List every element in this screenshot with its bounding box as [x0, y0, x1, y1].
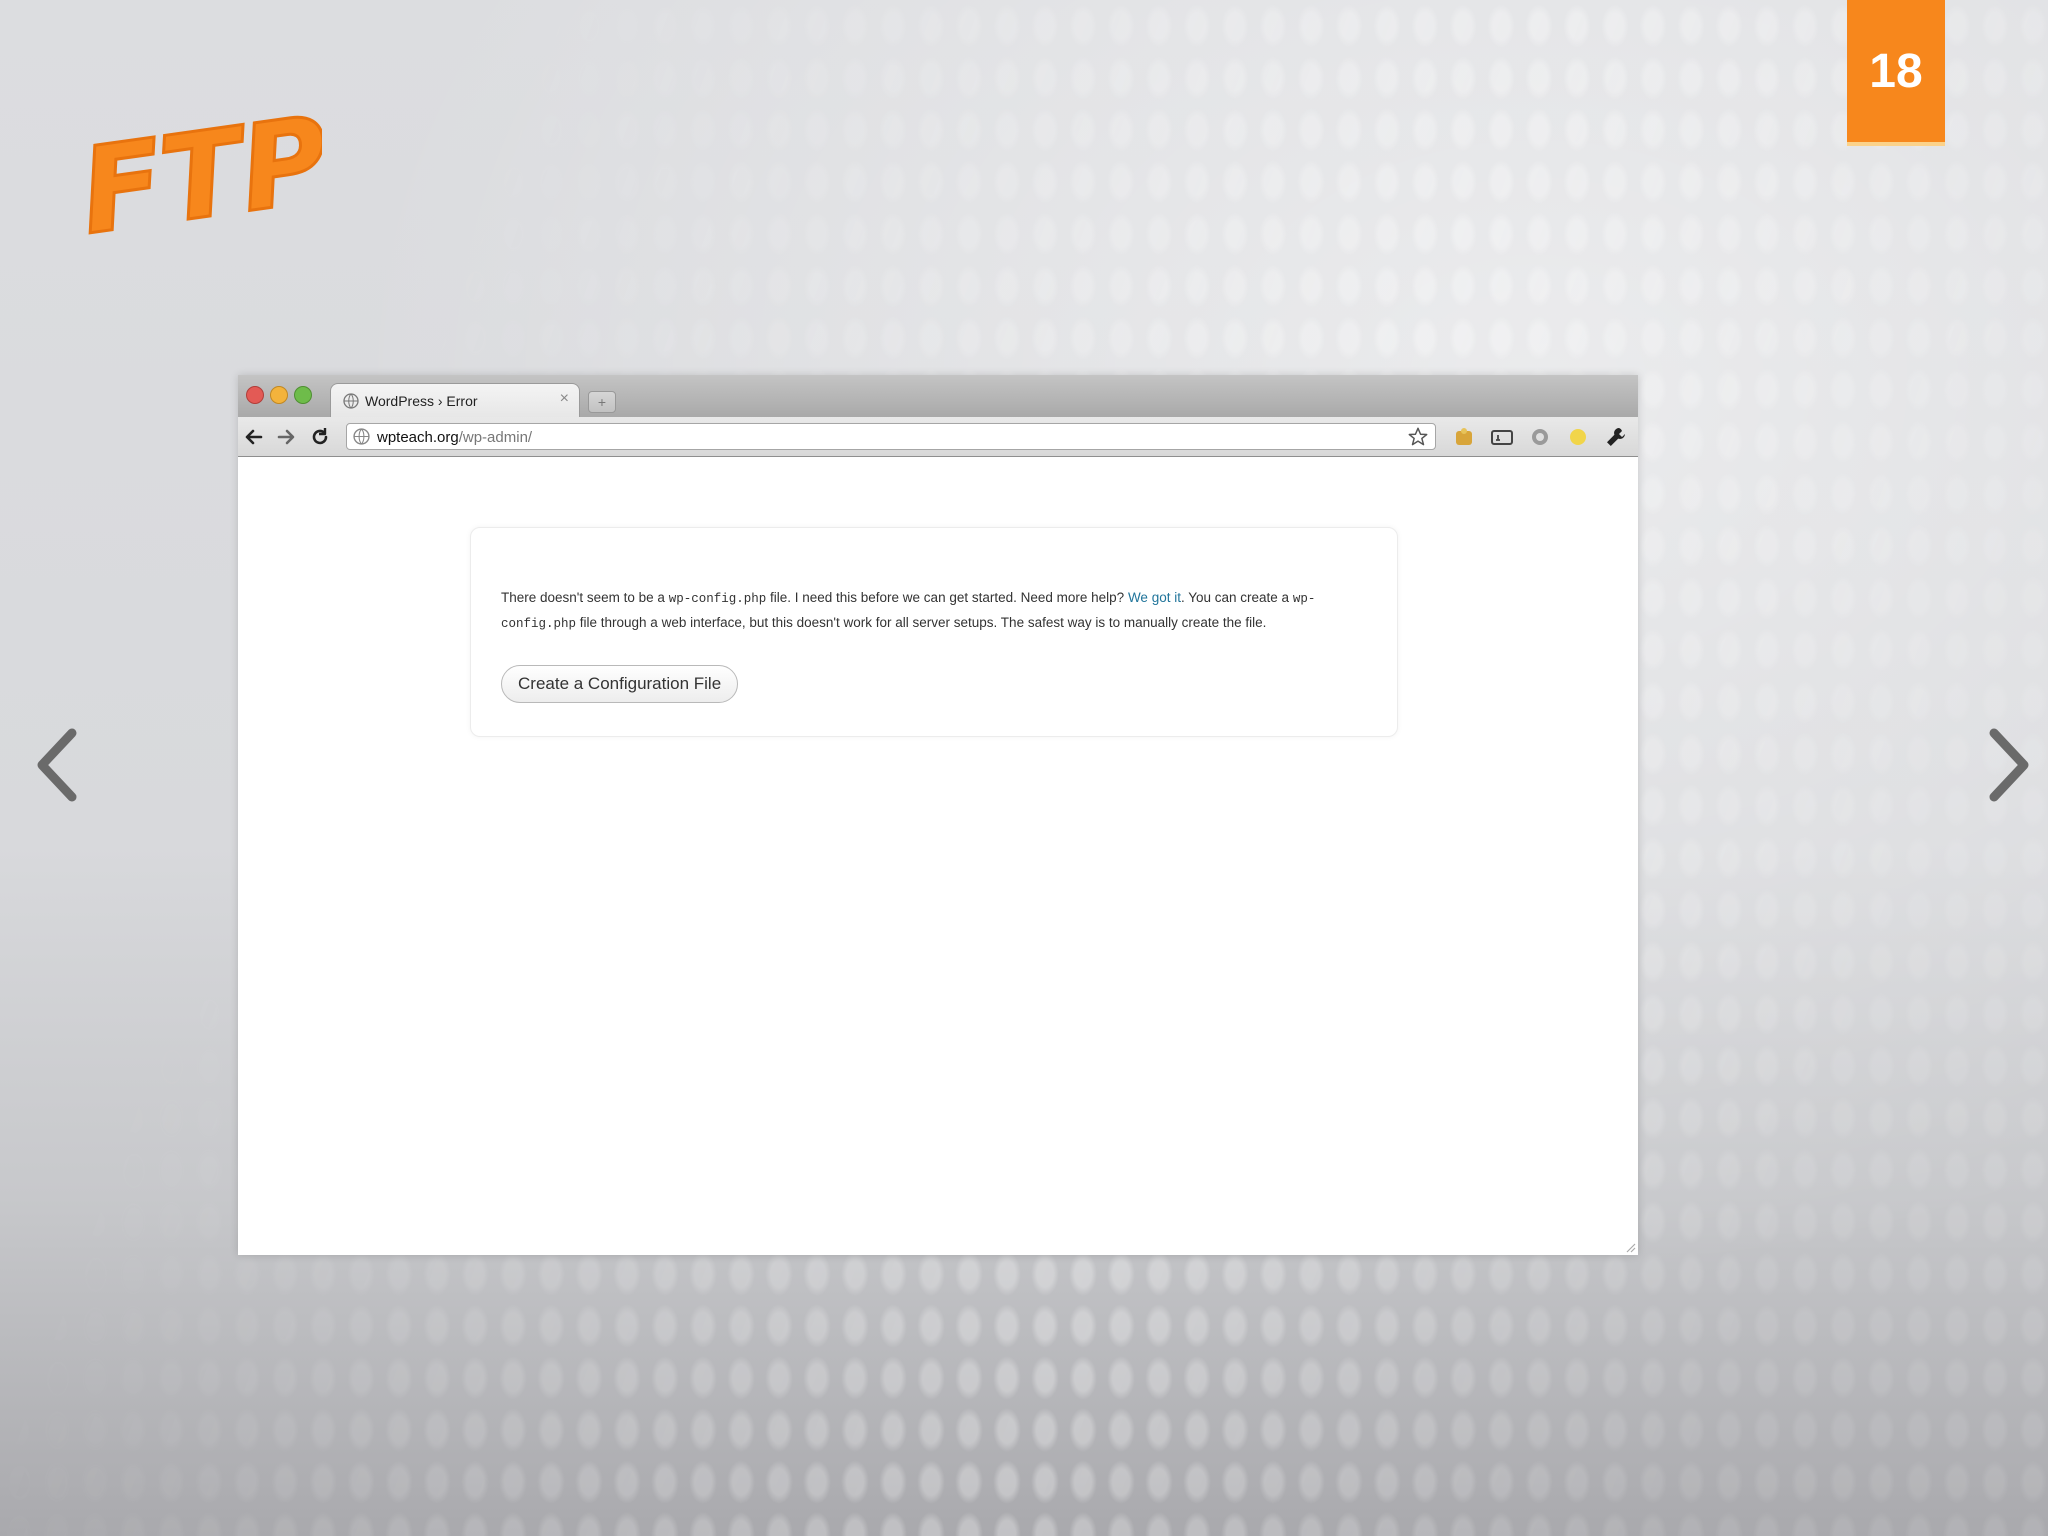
config-missing-message: There doesn't seem to be a wp-config.php…	[501, 586, 1371, 636]
wrench-icon[interactable]	[1604, 425, 1628, 449]
url-text: wpteach.org/wp-admin/	[377, 429, 532, 446]
message-text: file through a web interface, but this d…	[576, 614, 1267, 630]
address-bar[interactable]: wpteach.org/wp-admin/	[346, 423, 1436, 450]
filename-code: wp-config.php	[668, 591, 767, 606]
back-arrow-icon[interactable]	[242, 425, 266, 449]
message-text: . You can create a	[1180, 589, 1293, 605]
tab-strip: WordPress › Error × +	[238, 375, 1638, 417]
extension-icon[interactable]	[1452, 425, 1476, 449]
message-text: There doesn't seem to be a	[501, 589, 669, 605]
reload-icon[interactable]	[308, 425, 332, 449]
url-path: /wp-admin/	[458, 429, 533, 446]
browser-toolbar: wpteach.org/wp-admin/	[238, 417, 1638, 457]
cast-icon[interactable]	[1490, 425, 1514, 449]
extension-icon[interactable]	[1566, 425, 1590, 449]
chevron-right-icon[interactable]	[1982, 725, 2034, 805]
browser-window: WordPress › Error × + wpteach.org/wp-adm…	[238, 375, 1638, 1255]
new-tab-button[interactable]: +	[588, 391, 616, 413]
create-config-file-button[interactable]: Create a Configuration File	[501, 665, 739, 703]
svg-text:FTP: FTP	[72, 100, 322, 240]
ftp-logo: FTP	[72, 100, 322, 240]
network-icon[interactable]	[1528, 425, 1552, 449]
wp-error-card: There doesn't seem to be a wp-config.php…	[470, 527, 1398, 737]
url-domain: wpteach.org	[377, 429, 459, 446]
slide-number-badge: 18	[1847, 0, 1945, 146]
forward-arrow-icon[interactable]	[274, 425, 298, 449]
star-icon[interactable]	[1407, 426, 1429, 448]
close-window-button[interactable]	[246, 386, 264, 404]
help-link[interactable]: We got it	[1128, 590, 1181, 605]
chevron-left-icon[interactable]	[32, 725, 84, 805]
message-text: file. I need this before we can get star…	[766, 589, 1128, 605]
resize-grip-icon[interactable]	[1624, 1241, 1636, 1253]
browser-tab[interactable]: WordPress › Error ×	[330, 383, 580, 417]
tab-close-icon[interactable]: ×	[560, 390, 569, 408]
globe-icon	[343, 393, 359, 409]
tab-title: WordPress › Error	[365, 393, 478, 409]
zoom-window-button[interactable]	[294, 386, 312, 404]
minimize-window-button[interactable]	[270, 386, 288, 404]
globe-icon	[353, 428, 370, 445]
